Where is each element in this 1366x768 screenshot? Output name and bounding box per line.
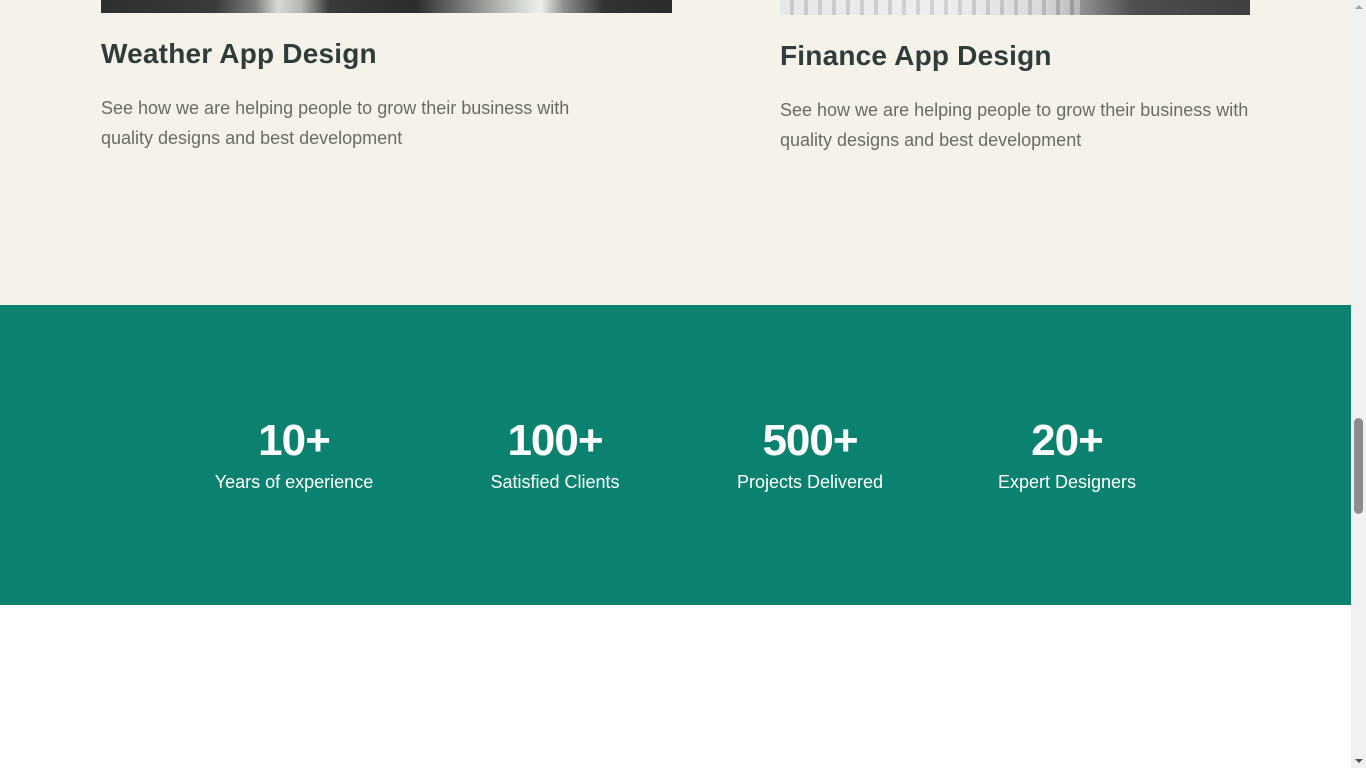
vertical-scrollbar[interactable] xyxy=(1351,0,1366,768)
stat-expert-designers: 20+ Expert Designers xyxy=(967,417,1167,493)
page-content: Weather App Design See how we are helpin… xyxy=(0,0,1351,768)
stat-label: Projects Delivered xyxy=(736,472,884,492)
project-title-weather[interactable]: Weather App Design xyxy=(101,38,377,70)
stat-satisfied-clients: 100+ Satisfied Clients xyxy=(455,417,655,493)
project-image-weather[interactable] xyxy=(101,0,672,13)
portfolio-section: Weather App Design See how we are helpin… xyxy=(0,0,1351,305)
next-section xyxy=(0,605,1351,768)
stat-value: 100+ xyxy=(507,416,603,465)
project-description-finance: See how we are helping people to grow th… xyxy=(780,100,1249,150)
scrollbar-thumb[interactable] xyxy=(1354,418,1363,514)
scroll-up-arrow-icon[interactable] xyxy=(1351,0,1366,15)
stat-label: Years of experience xyxy=(214,472,374,492)
stat-value: 10+ xyxy=(258,416,331,465)
project-title-finance[interactable]: Finance App Design xyxy=(780,40,1052,72)
stat-label: Satisfied Clients xyxy=(490,472,620,492)
stats-section: 10+ Years of experience 100+ Satisfied C… xyxy=(0,305,1351,605)
scroll-down-arrow-icon[interactable] xyxy=(1351,753,1366,768)
stat-value: 20+ xyxy=(1031,416,1104,465)
stat-label: Expert Designers xyxy=(997,472,1137,492)
stat-years-experience: 10+ Years of experience xyxy=(194,417,394,493)
project-image-finance[interactable] xyxy=(780,0,1250,15)
browser-viewport: Weather App Design See how we are helpin… xyxy=(0,0,1366,768)
project-description-weather: See how we are helping people to grow th… xyxy=(101,98,570,148)
stat-projects-delivered: 500+ Projects Delivered xyxy=(710,417,910,493)
keyboard-image-detail xyxy=(780,0,1080,15)
stat-value: 500+ xyxy=(762,416,858,465)
